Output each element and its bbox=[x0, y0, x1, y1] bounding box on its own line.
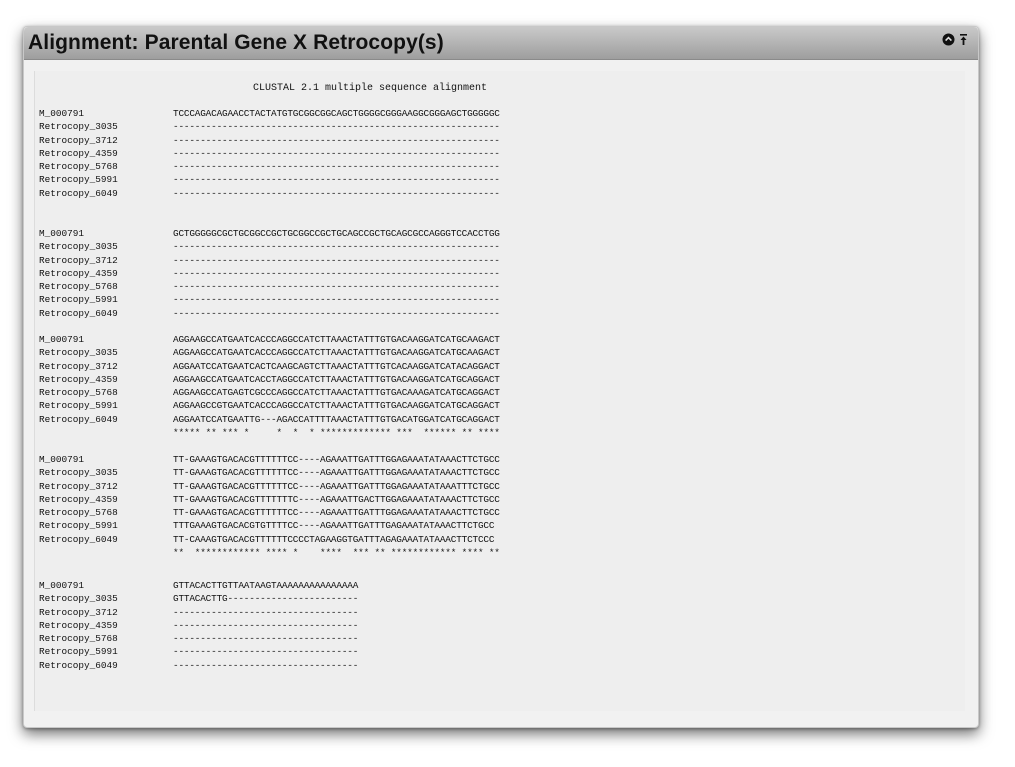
sequence-text: GTTACACTTG------------------------ bbox=[173, 593, 359, 605]
sequence-name: Retrocopy_3035 bbox=[39, 467, 118, 479]
sequence-text: TTTGAAAGTGACACGTGTTTTCC----AGAAATTGATTTG… bbox=[173, 520, 495, 532]
alignment-window: Alignment: Parental Gene X Retrocopy(s) … bbox=[23, 26, 979, 728]
window-title: Alignment: Parental Gene X Retrocopy(s) bbox=[28, 31, 444, 54]
sequence-text: ---------------------------------- bbox=[173, 646, 359, 658]
sequence-text: TT-GAAAGTGACACGTTTTTTCC----AGAAATTGATTTG… bbox=[173, 507, 500, 519]
sequence-name: M_000791 bbox=[39, 454, 85, 465]
sequence-text: AGGAATCCATGAATCACTCAAGCAGTCTTAAACTATTTGT… bbox=[173, 360, 500, 372]
sequence-text: ---------------------------------- bbox=[173, 619, 359, 631]
sequence-text: TT-GAAAGTGACACGTTTTTTTC----AGAAATTGACTTG… bbox=[173, 493, 500, 505]
sequence-text: AGGAAGCCGTGAATCACCCAGGCCATCTTAAACTATTTGT… bbox=[173, 400, 500, 412]
sequence-name: Retrocopy_3712 bbox=[39, 254, 118, 266]
sequence-name: Retrocopy_5768 bbox=[39, 387, 118, 399]
sequence-text: ----------------------------------------… bbox=[173, 134, 500, 146]
sequence-name: Retrocopy_3035 bbox=[39, 121, 118, 133]
title-bar: Alignment: Parental Gene X Retrocopy(s) bbox=[24, 27, 978, 60]
sequence-name: Retrocopy_5991 bbox=[39, 174, 118, 186]
sequence-name: Retrocopy_5991 bbox=[39, 646, 118, 658]
sequence-text: AGGAATCCATGAATTG---AGACCATTTTAAACTATTTGT… bbox=[173, 413, 500, 425]
sequence-name: Retrocopy_5991 bbox=[39, 520, 118, 532]
sequence-text: ----------------------------------------… bbox=[173, 254, 500, 266]
sequence-text: ----------------------------------------… bbox=[173, 121, 500, 133]
sequence-name: Retrocopy_4359 bbox=[39, 147, 118, 159]
consensus-text: ***** ** *** * * * * ************* *** *… bbox=[173, 427, 500, 439]
sequence-text: ---------------------------------- bbox=[173, 606, 359, 618]
sequence-name: Retrocopy_4359 bbox=[39, 373, 118, 385]
alignment-header: CLUSTAL 2.1 multiple sequence alignment bbox=[253, 83, 488, 94]
sequence-text: GTTACACTTGTTAATAAGTAAAAAAAAAAAAAAA bbox=[173, 580, 359, 591]
title-bar-controls bbox=[942, 33, 968, 51]
sequence-text: ----------------------------------------… bbox=[173, 294, 500, 306]
sequence-text: AGGAAGCCATGAATCACCCAGGCCATCTTAAACTATTTGT… bbox=[173, 334, 500, 345]
collapse-circle-icon[interactable] bbox=[942, 33, 955, 51]
sequence-text: AGGAAGCCATGAGTCGCCCAGGCCATCTTAAACTATTTGT… bbox=[173, 387, 500, 399]
sequence-text: GCTGGGGGCGCTGCGGCCGCTGCGGCCGCTGCAGCCGCTG… bbox=[173, 228, 500, 239]
sequence-name: Retrocopy_6049 bbox=[39, 307, 118, 319]
sequence-name: Retrocopy_5768 bbox=[39, 633, 118, 645]
sequence-name: Retrocopy_5768 bbox=[39, 281, 118, 293]
sequence-text: ----------------------------------------… bbox=[173, 187, 500, 199]
alignment-content: CLUSTAL 2.1 multiple sequence alignment … bbox=[34, 71, 965, 711]
sequence-name: Retrocopy_6049 bbox=[39, 659, 118, 671]
sequence-name: M_000791 bbox=[39, 228, 85, 239]
sequence-text: ----------------------------------------… bbox=[173, 281, 500, 293]
sequence-name: Retrocopy_6049 bbox=[39, 533, 118, 545]
sequence-name: Retrocopy_6049 bbox=[39, 187, 118, 199]
sequence-name: M_000791 bbox=[39, 334, 85, 345]
sequence-name: Retrocopy_3035 bbox=[39, 241, 118, 253]
sequence-name: Retrocopy_4359 bbox=[39, 267, 118, 279]
sequence-name: Retrocopy_5768 bbox=[39, 161, 118, 173]
sequence-text: ----------------------------------------… bbox=[173, 307, 500, 319]
sequence-text: TCCCAGACAGAACCTACTATGTGCGGCGGCAGCTGGGGCG… bbox=[173, 108, 500, 119]
sequence-name: M_000791 bbox=[39, 108, 85, 119]
sequence-text: ---------------------------------- bbox=[173, 633, 359, 645]
sequence-name: Retrocopy_5991 bbox=[39, 294, 118, 306]
sequence-text: ----------------------------------------… bbox=[173, 147, 500, 159]
sequence-name: Retrocopy_3712 bbox=[39, 480, 118, 492]
sequence-name: Retrocopy_3035 bbox=[39, 347, 118, 359]
sequence-text: AGGAAGCCATGAATCACCCAGGCCATCTTAAACTATTTGT… bbox=[173, 347, 500, 359]
sequence-name: Retrocopy_4359 bbox=[39, 493, 118, 505]
sequence-name: M_000791 bbox=[39, 580, 85, 591]
sequence-text: ---------------------------------- bbox=[173, 659, 359, 671]
sequence-text: TT-GAAAGTGACACGTTTTTTCC----AGAAATTGATTTG… bbox=[173, 467, 500, 479]
sequence-text: TT-CAAAGTGACACGTTTTTTCCCCTAGAAGGTGATTTAG… bbox=[173, 533, 495, 545]
pin-icon[interactable] bbox=[959, 33, 968, 51]
sequence-name: Retrocopy_5991 bbox=[39, 400, 118, 412]
sequence-text: ----------------------------------------… bbox=[173, 241, 500, 253]
consensus-text: ** ************ **** * **** *** ** *****… bbox=[173, 547, 500, 559]
sequence-text: TT-GAAAGTGACACGTTTTTTCC----AGAAATTGATTTG… bbox=[173, 454, 500, 465]
sequence-name: Retrocopy_3712 bbox=[39, 606, 118, 618]
sequence-name: Retrocopy_5768 bbox=[39, 507, 118, 519]
sequence-text: ----------------------------------------… bbox=[173, 161, 500, 173]
sequence-name: Retrocopy_4359 bbox=[39, 619, 118, 631]
sequence-text: AGGAAGCCATGAATCACCTAGGCCATCTTAAACTATTTGT… bbox=[173, 373, 500, 385]
sequence-name: Retrocopy_3035 bbox=[39, 593, 118, 605]
sequence-text: ----------------------------------------… bbox=[173, 174, 500, 186]
sequence-text: ----------------------------------------… bbox=[173, 267, 500, 279]
sequence-text: TT-GAAAGTGACACGTTTTTTCC----AGAAATTGATTTG… bbox=[173, 480, 500, 492]
sequence-name: Retrocopy_3712 bbox=[39, 360, 118, 372]
sequence-name: Retrocopy_6049 bbox=[39, 413, 118, 425]
sequence-name: Retrocopy_3712 bbox=[39, 134, 118, 146]
